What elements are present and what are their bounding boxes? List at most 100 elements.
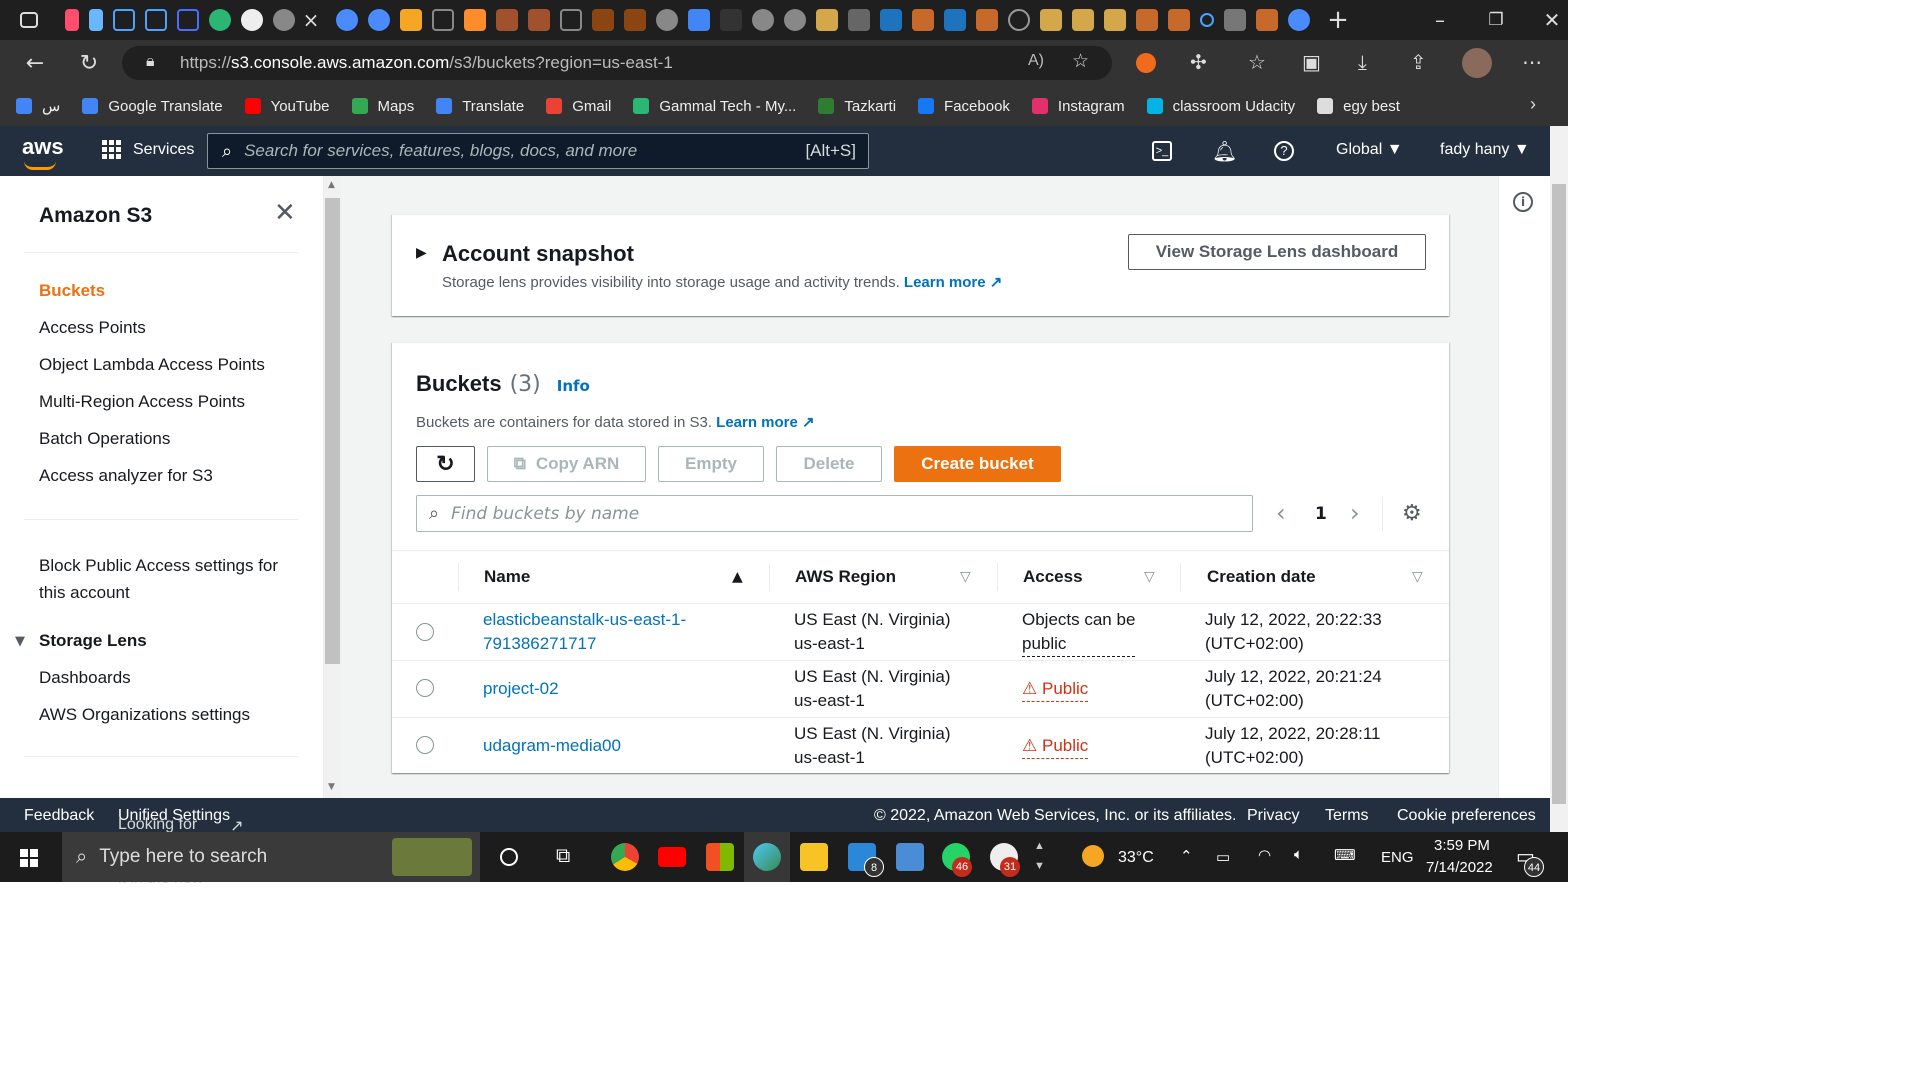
tab-icon[interactable] xyxy=(944,9,966,31)
scroll-up-icon[interactable]: ▲ xyxy=(328,180,335,190)
bookmarks-overflow-icon[interactable]: › xyxy=(1530,94,1536,115)
sidebar-item-access-analyzer[interactable]: Access analyzer for S3 xyxy=(39,466,213,486)
volume-icon[interactable]: 🔈︎ xyxy=(1294,846,1303,863)
aws-search-input[interactable]: ⌕ Search for services, features, blogs, … xyxy=(207,133,869,169)
sidebar-item-block-public-access[interactable]: Block Public Access settings for this acc… xyxy=(39,552,278,606)
info-panel-icon[interactable]: i xyxy=(1513,192,1533,212)
table-row[interactable]: project-02 US East (N. Virginia) us-east-… xyxy=(392,661,1449,717)
search-icon[interactable] xyxy=(1200,13,1214,27)
terms-link[interactable]: Terms xyxy=(1325,807,1369,825)
gear-icon[interactable] xyxy=(1008,9,1030,31)
notifications-bell-icon[interactable]: 🔔︎ xyxy=(1212,139,1237,164)
sort-icon[interactable]: ▽ xyxy=(1144,569,1155,585)
chrome-icon[interactable] xyxy=(611,843,639,871)
taskbar-search-input[interactable]: ⌕ Type here to search xyxy=(62,832,480,882)
sidebar-item-multi-region[interactable]: Multi-Region Access Points xyxy=(39,392,245,412)
tab-icon[interactable] xyxy=(432,9,454,31)
bookmark-item[interactable]: Instagram xyxy=(1031,98,1125,115)
page-number[interactable]: 1 xyxy=(1315,504,1327,524)
read-aloud-icon[interactable]: A) xyxy=(1028,52,1044,70)
wifi-icon[interactable]: ◠ xyxy=(1258,846,1271,864)
github-icon[interactable] xyxy=(656,9,678,31)
bookmark-item[interactable]: Translate xyxy=(436,98,524,115)
minimize-window-icon[interactable]: – xyxy=(1417,8,1463,32)
tab-icon[interactable] xyxy=(816,9,838,31)
tab-icon[interactable] xyxy=(1136,9,1158,31)
keyboard-icon[interactable]: ⌨ xyxy=(1334,846,1356,864)
tab-icon[interactable] xyxy=(976,9,998,31)
bookmark-item[interactable]: Gammal Tech - My... xyxy=(633,98,796,115)
row-select-radio[interactable] xyxy=(416,623,434,641)
scrollbar-thumb[interactable] xyxy=(325,198,340,664)
copy-arn-button[interactable]: ⧉ Copy ARN xyxy=(487,446,646,482)
row-select-radio[interactable] xyxy=(416,736,434,754)
tab-icon[interactable] xyxy=(464,9,486,31)
column-header-region[interactable]: AWS Region xyxy=(795,567,896,587)
sidebar-item-dashboards[interactable]: Dashboards xyxy=(39,668,131,688)
page-scrollbar[interactable] xyxy=(1550,126,1568,832)
learn-more-link[interactable]: Learn more xyxy=(904,274,986,291)
favorites-icon[interactable]: ☆ xyxy=(1248,50,1266,74)
caret-down-icon[interactable]: ▼ xyxy=(15,634,25,649)
external-link-icon[interactable]: ↗ xyxy=(990,274,1003,291)
github-icon[interactable] xyxy=(752,9,774,31)
tab-icon[interactable] xyxy=(1256,9,1278,31)
refresh-icon[interactable]: ↻ xyxy=(62,51,116,76)
tab-icon[interactable] xyxy=(1104,9,1126,31)
prev-page-icon[interactable]: ‹ xyxy=(1276,499,1286,527)
tab-icon[interactable] xyxy=(368,9,390,31)
row-select-radio[interactable] xyxy=(416,679,434,697)
tab-icon[interactable] xyxy=(528,9,550,31)
github-icon[interactable] xyxy=(273,9,295,31)
column-header-name[interactable]: Name xyxy=(484,567,530,587)
tab-icon[interactable] xyxy=(912,9,934,31)
snapshot-title[interactable]: Account snapshot xyxy=(442,241,634,267)
add-favorite-icon[interactable]: ☆ xyxy=(1072,50,1089,73)
tab-icon[interactable] xyxy=(113,9,135,31)
windows-start-icon[interactable] xyxy=(20,849,38,867)
tab-icon[interactable] xyxy=(336,9,358,31)
sidebar-item-object-lambda[interactable]: Object Lambda Access Points xyxy=(39,355,265,375)
view-storage-lens-button[interactable]: View Storage Lens dashboard xyxy=(1128,234,1426,270)
bookmark-item[interactable]: YouTube xyxy=(244,98,330,115)
sidebar-item-buckets[interactable]: Buckets xyxy=(39,281,105,301)
tab-icon[interactable] xyxy=(145,9,167,31)
feedback-link[interactable]: Feedback xyxy=(24,807,94,825)
close-window-icon[interactable]: ✕ xyxy=(1529,8,1575,32)
column-header-access[interactable]: Access xyxy=(1023,567,1083,587)
bookmark-item[interactable]: Gmail xyxy=(546,98,611,115)
downloads-icon[interactable]: ⤓ xyxy=(1358,50,1367,74)
tab-icon[interactable] xyxy=(89,9,103,31)
sidebar-item-org-settings[interactable]: AWS Organizations settings xyxy=(39,705,250,725)
sort-icon[interactable]: ▽ xyxy=(960,569,971,585)
bookmark-item[interactable]: س xyxy=(16,97,60,115)
tab-icon[interactable] xyxy=(177,9,199,31)
account-menu[interactable]: fady hany ▼ xyxy=(1440,141,1530,159)
tab-actions-icon[interactable] xyxy=(20,12,38,28)
tab-icon[interactable] xyxy=(400,9,422,31)
bucket-access[interactable]: ⚠ Public xyxy=(1022,677,1089,702)
external-link-icon[interactable]: ↗ xyxy=(802,414,815,431)
weather-icon[interactable] xyxy=(1082,845,1104,867)
bookmark-item[interactable]: Google Translate xyxy=(82,98,223,115)
task-view-icon[interactable]: ⧉ xyxy=(556,845,570,868)
close-tab-icon[interactable]: × xyxy=(300,8,322,32)
help-icon[interactable]: ? xyxy=(1274,141,1294,161)
microsoft-store-icon[interactable] xyxy=(706,843,734,871)
avatar[interactable] xyxy=(1462,48,1492,78)
cortana-icon[interactable] xyxy=(500,848,518,866)
info-link[interactable]: Info xyxy=(557,377,590,395)
next-page-icon[interactable]: › xyxy=(1350,499,1360,527)
scroll-down-icon[interactable]: ▼ xyxy=(328,782,335,792)
bookmark-item[interactable]: classroom Udacity xyxy=(1146,98,1295,115)
sidebar-item-access-points[interactable]: Access Points xyxy=(39,318,146,338)
maximize-window-icon[interactable]: ❐ xyxy=(1473,10,1519,30)
language-indicator[interactable]: ENG xyxy=(1381,849,1414,866)
scrollbar-thumb[interactable] xyxy=(1552,184,1566,804)
expand-caret-icon[interactable]: ▶ xyxy=(416,245,427,261)
aws-logo[interactable]: aws xyxy=(22,134,64,170)
bookmark-item[interactable]: Facebook xyxy=(918,98,1010,115)
sidebar-scrollbar[interactable]: ▲ ▼ xyxy=(324,176,341,798)
file-explorer-icon[interactable] xyxy=(800,843,828,871)
table-settings-icon[interactable]: ⚙ xyxy=(1402,501,1422,526)
